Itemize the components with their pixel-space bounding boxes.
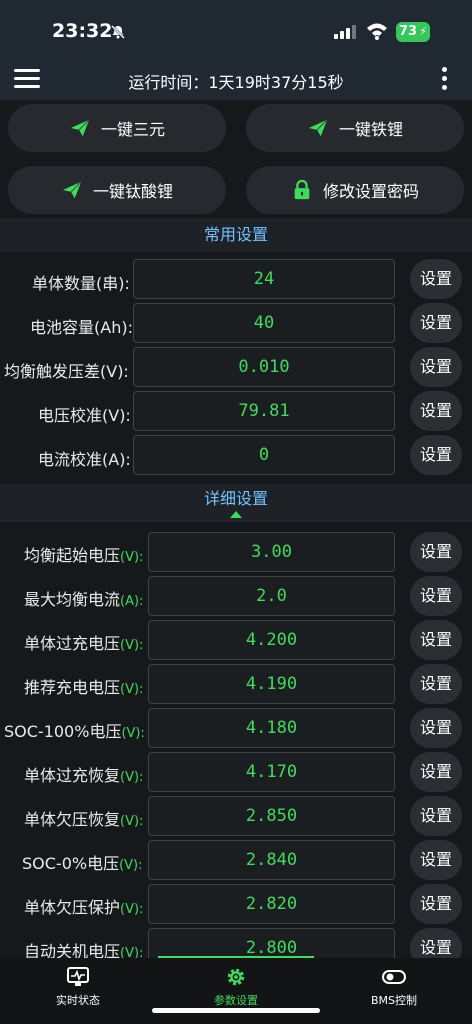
row-label: 电压校准(V): (38, 406, 131, 425)
preset-lfp-button[interactable]: 一键铁锂 (246, 104, 464, 152)
row-label: 最大均衡电流(A): (24, 590, 144, 609)
more-options-icon[interactable] (442, 67, 448, 91)
voltage-calibration-input[interactable]: 79.81 (133, 391, 395, 431)
soc-0-voltage-input[interactable]: 2.840 (148, 840, 395, 880)
cell-count-input[interactable]: 24 (133, 259, 395, 299)
set-button[interactable]: 设置 (410, 391, 462, 431)
balance-start-voltage-input[interactable]: 3.00 (148, 532, 395, 572)
paper-plane-icon (308, 119, 328, 137)
app-header: 运行时间：1天19时37分15秒 (0, 58, 472, 100)
cell-overcharge-voltage-input[interactable]: 4.200 (148, 620, 395, 660)
set-button[interactable]: 设置 (410, 303, 462, 343)
status-time: 23:32 (52, 20, 113, 42)
set-button[interactable]: 设置 (410, 752, 462, 792)
monitor-icon (67, 967, 89, 986)
toggle-icon (382, 970, 406, 984)
row-label: 电池容量(Ah): (30, 318, 133, 337)
home-indicator (152, 1008, 320, 1013)
bell-slash-icon (111, 25, 125, 39)
row-label: 单体欠压恢复(V): (24, 810, 144, 829)
row-label: SOC-0%电压(V): (22, 854, 143, 873)
paper-plane-icon (62, 181, 82, 199)
lock-icon (294, 179, 310, 200)
nav-realtime-status[interactable]: 实时状态 (18, 966, 138, 1008)
set-button[interactable]: 设置 (410, 259, 462, 299)
row-label: 单体数量(串): (32, 274, 130, 293)
row-label: 均衡起始电压(V): (24, 546, 144, 565)
max-balance-current-input[interactable]: 2.0 (148, 576, 395, 616)
set-button[interactable]: 设置 (410, 708, 462, 748)
preset-ternary-button[interactable]: 一键三元 (8, 104, 226, 152)
overcharge-recovery-input[interactable]: 4.170 (148, 752, 395, 792)
preset-label: 一键钛酸锂 (92, 182, 173, 201)
balance-trigger-input[interactable]: 0.010 (133, 347, 395, 387)
preset-label: 一键铁锂 (338, 120, 403, 139)
nav-param-settings[interactable]: 参数设置 (176, 966, 296, 1008)
common-settings-header: 常用设置 (0, 218, 472, 252)
set-button[interactable]: 设置 (410, 884, 462, 924)
preset-label: 一键三元 (100, 120, 165, 139)
capacity-input[interactable]: 40 (133, 303, 395, 343)
recommended-charge-voltage-input[interactable]: 4.190 (148, 664, 395, 704)
nav-label: 参数设置 (214, 994, 258, 1007)
row-label: 单体过充电压(V): (24, 634, 144, 653)
preset-label: 修改设置密码 (322, 182, 419, 201)
row-label: SOC-100%电压(V): (4, 722, 145, 741)
nav-label: 实时状态 (56, 994, 100, 1007)
row-label: 均衡触发压差(V): (4, 362, 129, 381)
paper-plane-icon (70, 119, 90, 137)
set-button[interactable]: 设置 (410, 840, 462, 880)
row-label: 单体欠压保护(V): (24, 898, 144, 917)
section-title: 详细设置 (203, 489, 268, 508)
battery-indicator: 73 ⚡ (396, 22, 430, 42)
row-label: 电流校准(A): (38, 450, 131, 469)
charging-bolt-icon: ⚡ (419, 25, 427, 38)
soc-100-voltage-input[interactable]: 4.180 (148, 708, 395, 748)
cellular-signal-icon (334, 25, 356, 39)
set-button[interactable]: 设置 (410, 620, 462, 660)
set-button[interactable]: 设置 (410, 576, 462, 616)
caret-up-icon (230, 511, 242, 518)
change-password-button[interactable]: 修改设置密码 (246, 166, 464, 214)
battery-level: 73 (399, 24, 418, 39)
undervoltage-protection-input[interactable]: 2.820 (148, 884, 395, 924)
bottom-nav: 实时状态 参数设置 BMS控制 (0, 958, 472, 1024)
status-bar: 23:32 73 ⚡ (0, 0, 472, 58)
set-button[interactable]: 设置 (410, 664, 462, 704)
section-title: 常用设置 (203, 225, 268, 244)
wifi-icon (367, 23, 387, 40)
nav-bms-control[interactable]: BMS控制 (334, 966, 454, 1008)
nav-label: BMS控制 (370, 994, 418, 1007)
undervoltage-recovery-input[interactable]: 2.850 (148, 796, 395, 836)
current-calibration-input[interactable]: 0 (133, 435, 395, 475)
row-label: 单体过充恢复(V): (24, 766, 144, 785)
detail-settings-header[interactable]: 详细设置 (0, 484, 472, 522)
preset-lto-button[interactable]: 一键钛酸锂 (8, 166, 226, 214)
runtime-text: 运行时间：1天19时37分15秒 (128, 73, 344, 92)
set-button[interactable]: 设置 (410, 532, 462, 572)
gear-icon (227, 968, 245, 986)
set-button[interactable]: 设置 (410, 347, 462, 387)
row-label: 推荐充电电压(V): (24, 678, 144, 697)
set-button[interactable]: 设置 (410, 435, 462, 475)
set-button[interactable]: 设置 (410, 796, 462, 836)
